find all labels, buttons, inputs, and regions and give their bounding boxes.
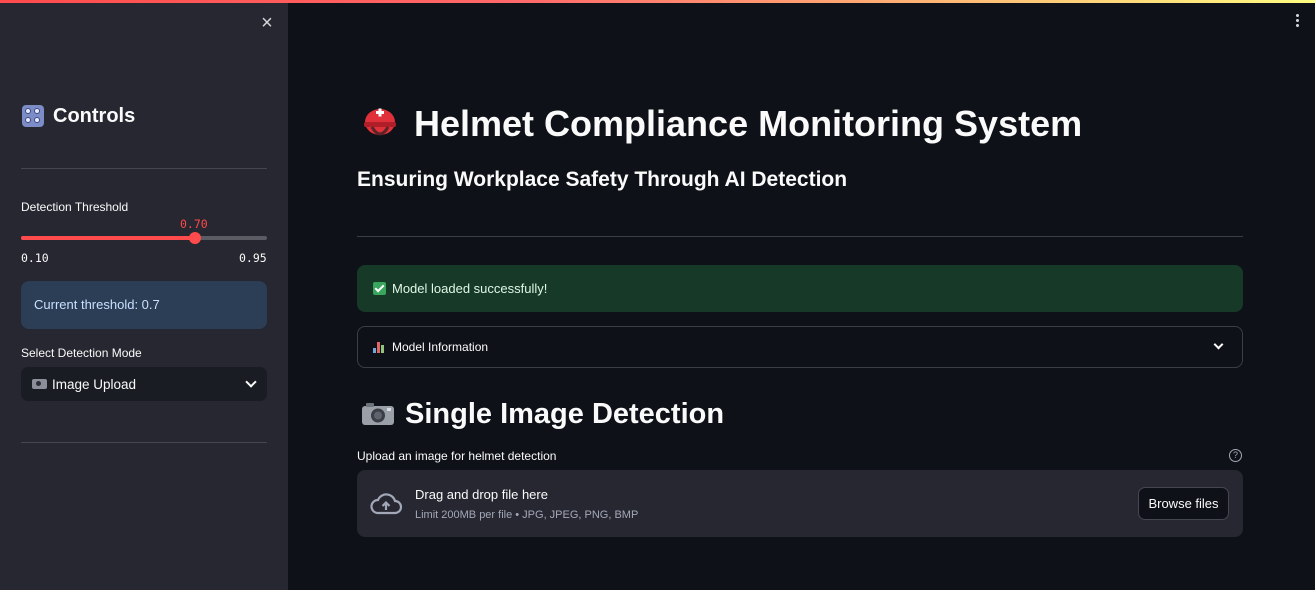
threshold-slider[interactable] [21, 232, 267, 244]
threshold-min: 0.10 [21, 251, 49, 265]
top-decoration-bar [0, 0, 1315, 3]
close-sidebar-icon[interactable]: × [258, 13, 276, 33]
threshold-value: 0.70 [180, 217, 208, 231]
sidebar-title: Controls [22, 102, 135, 130]
control-knobs-icon [22, 105, 44, 127]
chevron-down-icon [1213, 339, 1224, 350]
threshold-label: Detection Threshold [21, 200, 129, 214]
mode-label: Select Detection Mode [21, 346, 142, 360]
rescue-helmet-icon [364, 108, 396, 136]
file-dropzone[interactable]: Drag and drop file here Limit 200MB per … [357, 470, 1243, 537]
browse-files-button[interactable]: Browse files [1138, 487, 1229, 520]
mode-select[interactable]: Image Upload [21, 367, 267, 401]
main-divider [357, 236, 1243, 237]
sidebar-divider [21, 168, 267, 169]
section-heading-text: Single Image Detection [405, 397, 725, 430]
page-title: Helmet Compliance Monitoring System [362, 101, 1082, 147]
sidebar-title-text: Controls [53, 104, 136, 127]
camera-icon [362, 403, 394, 425]
threshold-slider-handle[interactable] [188, 232, 201, 244]
sidebar: × Controls Detection Threshold 0.70 0.10… [0, 0, 288, 590]
success-alert: Model loaded successfully! [357, 265, 1243, 312]
threshold-info-box: Current threshold: 0.7 [21, 281, 267, 329]
chevron-down-icon [245, 376, 257, 388]
cloud-upload-icon [370, 493, 402, 515]
success-message: Model loaded successfully! [392, 281, 548, 296]
uploader-label: Upload an image for helmet detection [357, 449, 557, 463]
page-subtitle: Ensuring Workplace Safety Through AI Det… [357, 168, 848, 191]
camera-icon [32, 379, 47, 389]
check-mark-icon [373, 282, 386, 295]
expander-label: Model Information [392, 340, 489, 354]
threshold-max: 0.95 [239, 251, 267, 265]
threshold-slider-fill [21, 236, 195, 240]
help-icon[interactable]: ? [1229, 449, 1242, 462]
dropzone-limit: Limit 200MB per file • JPG, JPEG, PNG, B… [415, 509, 639, 521]
bar-chart-icon [373, 341, 386, 353]
model-info-expander[interactable]: Model Information [357, 326, 1243, 368]
section-heading: Single Image Detection [361, 394, 724, 434]
dropzone-title: Drag and drop file here [415, 487, 548, 502]
main-menu-icon[interactable] [1294, 14, 1300, 30]
sidebar-divider [21, 442, 267, 443]
page-title-text: Helmet Compliance Monitoring System [414, 103, 1083, 144]
mode-select-value: Image Upload [52, 376, 137, 392]
